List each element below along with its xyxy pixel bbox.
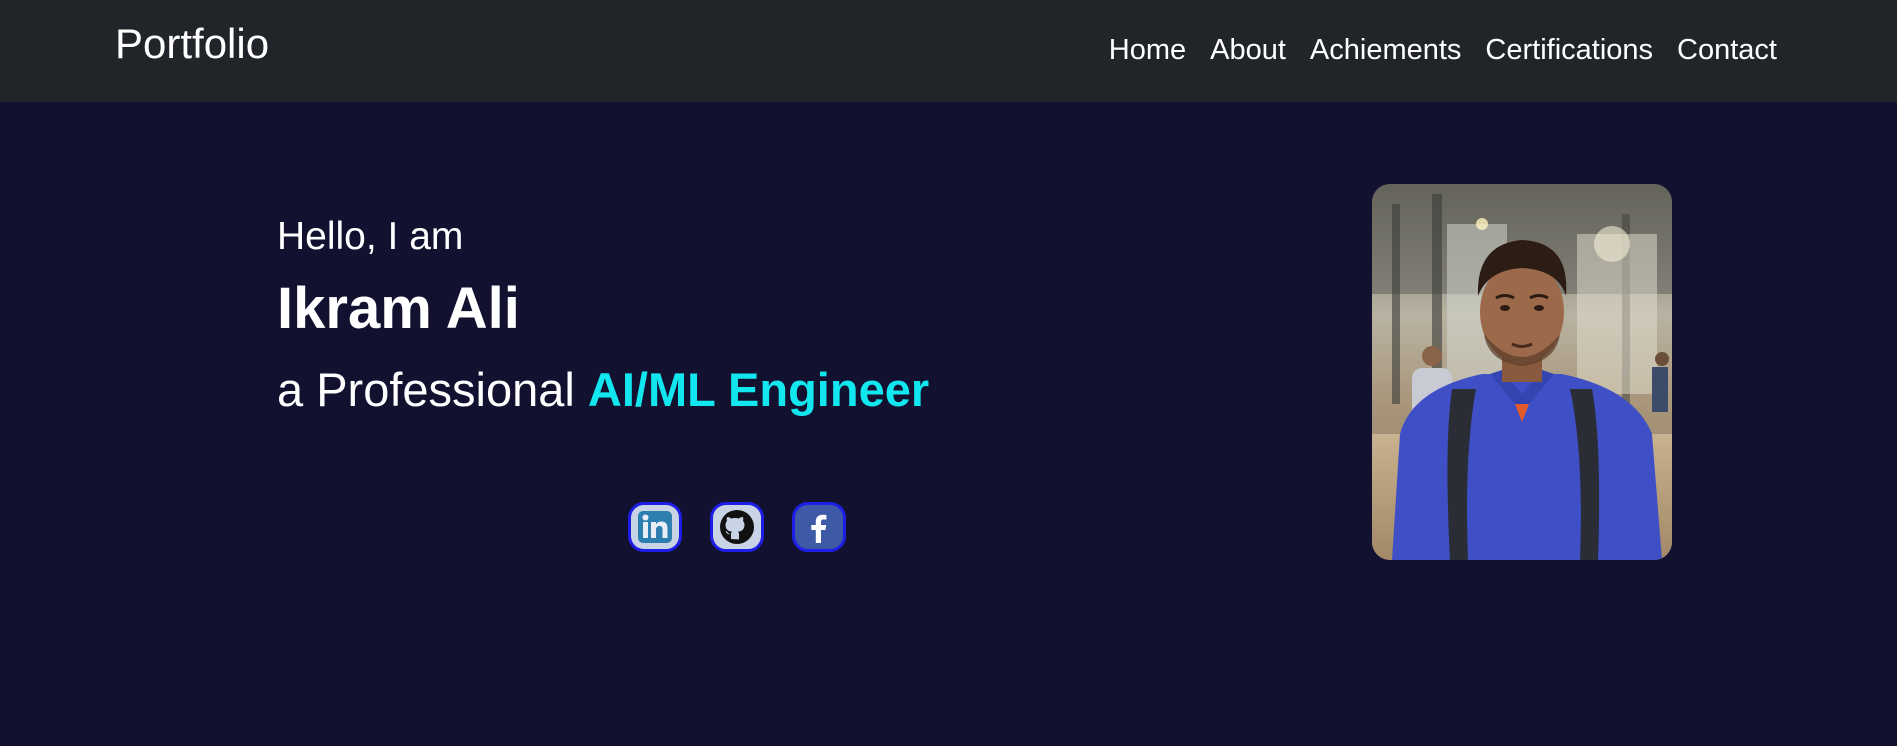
- profile-photo: [1372, 184, 1672, 560]
- nav-link-achievements[interactable]: Achiements: [1310, 30, 1462, 70]
- social-links: [628, 502, 846, 552]
- nav-links: Home About Achiements Certifications Con…: [1109, 30, 1777, 70]
- github-icon: [720, 510, 754, 544]
- profile-photo-image: [1372, 184, 1672, 560]
- facebook-icon: [811, 514, 827, 543]
- nav-link-contact[interactable]: Contact: [1677, 30, 1777, 70]
- facebook-button[interactable]: [792, 502, 846, 552]
- nav-link-certifications[interactable]: Certifications: [1485, 30, 1653, 70]
- github-button[interactable]: [710, 502, 764, 552]
- nav-link-home[interactable]: Home: [1109, 30, 1186, 70]
- hero-greeting: Hello, I am: [277, 215, 464, 258]
- nav-link-about[interactable]: About: [1210, 30, 1286, 70]
- tagline-prefix: a Professional: [277, 363, 575, 416]
- hero-tagline: a Professional AI/ML Engineer: [277, 362, 929, 418]
- hero-section: Hello, I am Ikram Ali a Professional AI/…: [0, 102, 1897, 746]
- linkedin-icon: [638, 511, 672, 543]
- hero-name: Ikram Ali: [277, 276, 520, 341]
- role-highlight: AI/ML Engineer: [587, 363, 930, 416]
- linkedin-button[interactable]: [628, 502, 682, 552]
- brand-logo[interactable]: Portfolio: [115, 20, 269, 68]
- navbar: Portfolio Home About Achiements Certific…: [0, 0, 1897, 102]
